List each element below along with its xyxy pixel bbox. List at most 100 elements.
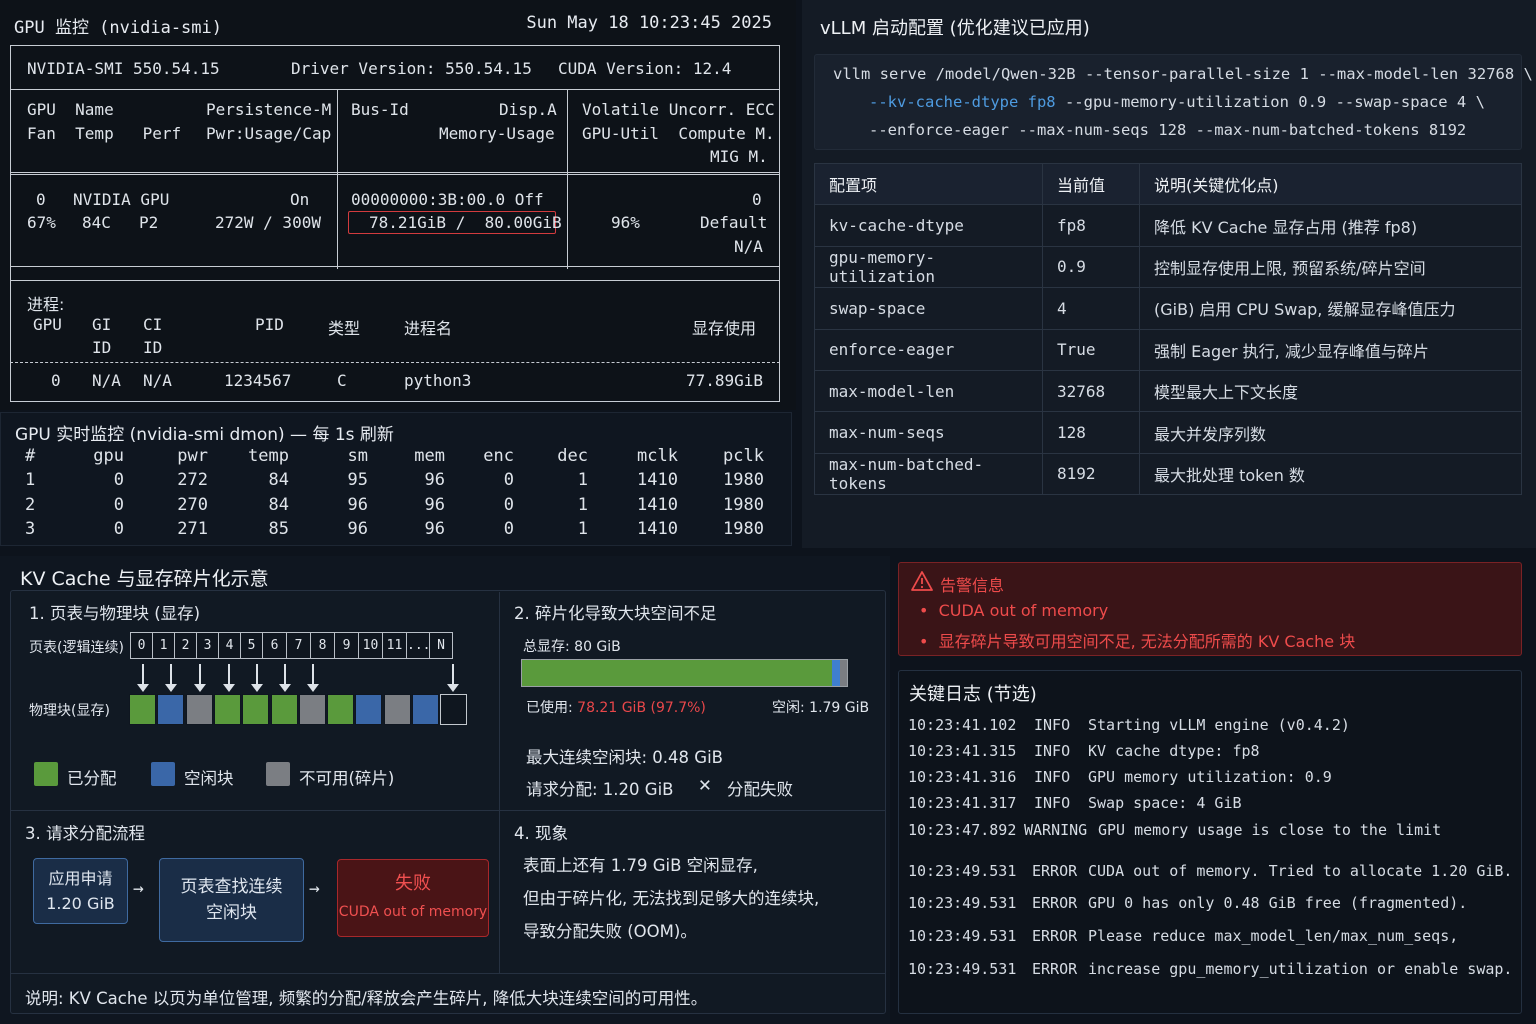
log-time: 10:23:49.531: [908, 894, 1017, 912]
command-line-3: --enforce-eager --max-num-seqs 128 --max…: [869, 121, 1467, 139]
page-table-cell: 5: [240, 632, 263, 659]
proc-header-ci: CI: [143, 315, 163, 334]
proc-pid: 1234567: [224, 371, 292, 390]
physical-block-free: [412, 694, 439, 725]
dmon-cell: 0: [503, 470, 514, 490]
dmon-cell: 96: [424, 519, 445, 539]
col-header-bus-id: Bus-Id: [351, 100, 409, 119]
col-header-memory: Memory-Usage: [439, 124, 555, 143]
section-4-title: 4. 现象: [514, 824, 568, 843]
section-1-title: 1. 页表与物理块 (显存): [29, 604, 201, 623]
gpu-fan: 67%: [27, 213, 56, 232]
col-header-fan-temp: Fan Temp Perf: [27, 124, 182, 143]
dmon-cell: 1: [577, 494, 588, 515]
page-table-cell: 2: [174, 632, 197, 659]
smi-border-left: [10, 45, 11, 402]
dmon-header-pwr: pwr: [177, 446, 208, 466]
proc-gpu: 0: [51, 371, 61, 390]
log-level: ERROR: [1032, 927, 1078, 945]
gpu-bus-id: 00000000:3B:00.0 Off: [351, 190, 544, 209]
dmon-header-index: #: [25, 446, 36, 466]
log-level: ERROR: [1032, 894, 1078, 912]
mapping-arrow-icon: [307, 664, 319, 692]
config-value: fp8: [1042, 204, 1140, 247]
smi-col-sep: [337, 89, 338, 269]
smi-rule: [10, 266, 780, 267]
proc-name: python3: [404, 371, 472, 390]
config-key: enforce-eager: [814, 328, 1043, 371]
fail-label: 分配失败: [727, 780, 793, 799]
processes-title: 进程:: [27, 295, 65, 314]
page-table-cell: 3: [196, 632, 219, 659]
command-line-2-rest: --gpu-memory-utilization 0.9 --swap-spac…: [1055, 93, 1485, 111]
dmon-cell: 1410: [637, 519, 678, 539]
smi-title: GPU 监控 (nvidia-smi): [14, 18, 222, 38]
mapping-arrow-icon: [194, 664, 206, 692]
config-row-kv-cache-dtype: kv-cache-dtype fp8 降低 KV Cache 显存占用 (推荐 fp…: [814, 204, 1522, 247]
dmon-cell: 1: [25, 470, 36, 490]
alert-item-1-text: CUDA out of memory: [938, 601, 1109, 620]
config-table-header: 配置项 当前值 说明(关键优化点): [814, 162, 1522, 206]
dmon-header-dec: dec: [557, 446, 588, 466]
max-contiguous-label: 最大连续空闲块: 0.48 GiB: [526, 748, 723, 767]
log-panel: 关键日志 (节选) 10:23:41.102 INFO Starting vLLM …: [898, 670, 1522, 1014]
dmon-cell: 3: [25, 519, 36, 539]
config-desc: 降低 KV Cache 显存占用 (推荐 fp8): [1139, 204, 1522, 247]
mapping-arrow-icon: [223, 664, 235, 692]
config-key: max-model-len: [814, 369, 1043, 413]
total-memory-label: 总显存: 80 GiB: [523, 639, 621, 655]
config-header-value: 当前值: [1042, 162, 1140, 206]
dmon-cell: 0: [113, 470, 124, 490]
alert-item-2-text: 显存碎片导致可用空间不足, 无法分配所需的 KV Cache 块: [938, 632, 1356, 651]
physical-block-allocated: [213, 694, 241, 725]
config-desc: (GiB) 启用 CPU Swap, 缓解显存峰值压力: [1139, 287, 1522, 330]
gpu-mig: N/A: [734, 237, 763, 256]
physical-block-allocated: [242, 694, 270, 725]
config-row-max-num-batched-tokens: max-num-batched-tokens 8192 最大批处理 token 数: [814, 452, 1522, 496]
phenomenon-line-2: 但由于碎片化, 无法找到足够大的连续块,: [523, 889, 820, 908]
cuda-version: CUDA Version: 12.4: [558, 59, 732, 78]
smi-rule: [10, 280, 780, 281]
config-desc: 最大批处理 token 数: [1139, 452, 1522, 496]
physical-block-unusable: [298, 694, 326, 725]
page-table-cell: 1: [152, 632, 175, 659]
flow-step-fail-line1: 失败: [395, 873, 431, 894]
dmon-cell: 0: [113, 519, 124, 539]
config-row-enforce-eager: enforce-eager True 强制 Eager 执行, 减少显存峰值与碎片: [814, 328, 1522, 371]
legend-free-label: 空闲块: [184, 769, 234, 788]
used-memory-label: 已使用: 78.21 GiB (97.7%): [526, 697, 706, 717]
dmon-cell: 96: [424, 470, 445, 490]
page-table-cell: 8: [310, 632, 335, 659]
log-time: 10:23:49.531: [908, 927, 1017, 945]
config-desc: 控制显存使用上限, 预留系统/碎片空间: [1139, 245, 1522, 289]
dmon-cell: 96: [347, 494, 368, 515]
config-header-desc: 说明(关键优化点): [1139, 162, 1522, 206]
page-table-cell: 9: [334, 632, 359, 659]
col-header-disp: Disp.A: [499, 100, 557, 119]
phenomenon-line-3: 导致分配失败 (OOM)。: [523, 922, 697, 941]
config-desc: 强制 Eager 执行, 减少显存峰值与碎片: [1139, 328, 1522, 371]
used-memory-value: 78.21 GiB (97.7%): [577, 700, 706, 716]
log-message: Please reduce max_model_len/max_num_seqs…: [1088, 927, 1459, 945]
smi-version: NVIDIA-SMI 550.54.15: [27, 59, 220, 78]
page-table-cell: 10: [358, 632, 383, 659]
config-key: gpu-memory-utilization: [814, 245, 1043, 289]
log-time: 10:23:41.316: [908, 768, 1017, 786]
smi-rule: [10, 401, 780, 402]
alert-title: 告警信息: [940, 576, 1005, 595]
proc-header-ci-id: ID: [143, 338, 163, 357]
flow-step-request: 应用申请 1.20 GiB: [33, 858, 128, 924]
dmon-header-mclk: mclk: [637, 446, 678, 466]
dmon-cell: 1: [577, 470, 588, 490]
alert-panel: 告警信息 • CUDA out of memory • 显存碎片导致可用空间不足…: [898, 562, 1522, 656]
physical-block-unusable: [185, 694, 213, 725]
dmon-header-pclk: pclk: [723, 446, 764, 466]
physical-block-free: [157, 694, 185, 725]
config-header-key: 配置项: [814, 162, 1043, 206]
dmon-cell: 1410: [637, 494, 678, 515]
page-table-cell: ...: [406, 632, 430, 659]
smi-rule-dashed: [10, 362, 780, 363]
proc-ci: N/A: [143, 371, 172, 390]
config-value: 8192: [1042, 452, 1140, 496]
log-message: Swap space: 4 GiB: [1088, 794, 1242, 812]
